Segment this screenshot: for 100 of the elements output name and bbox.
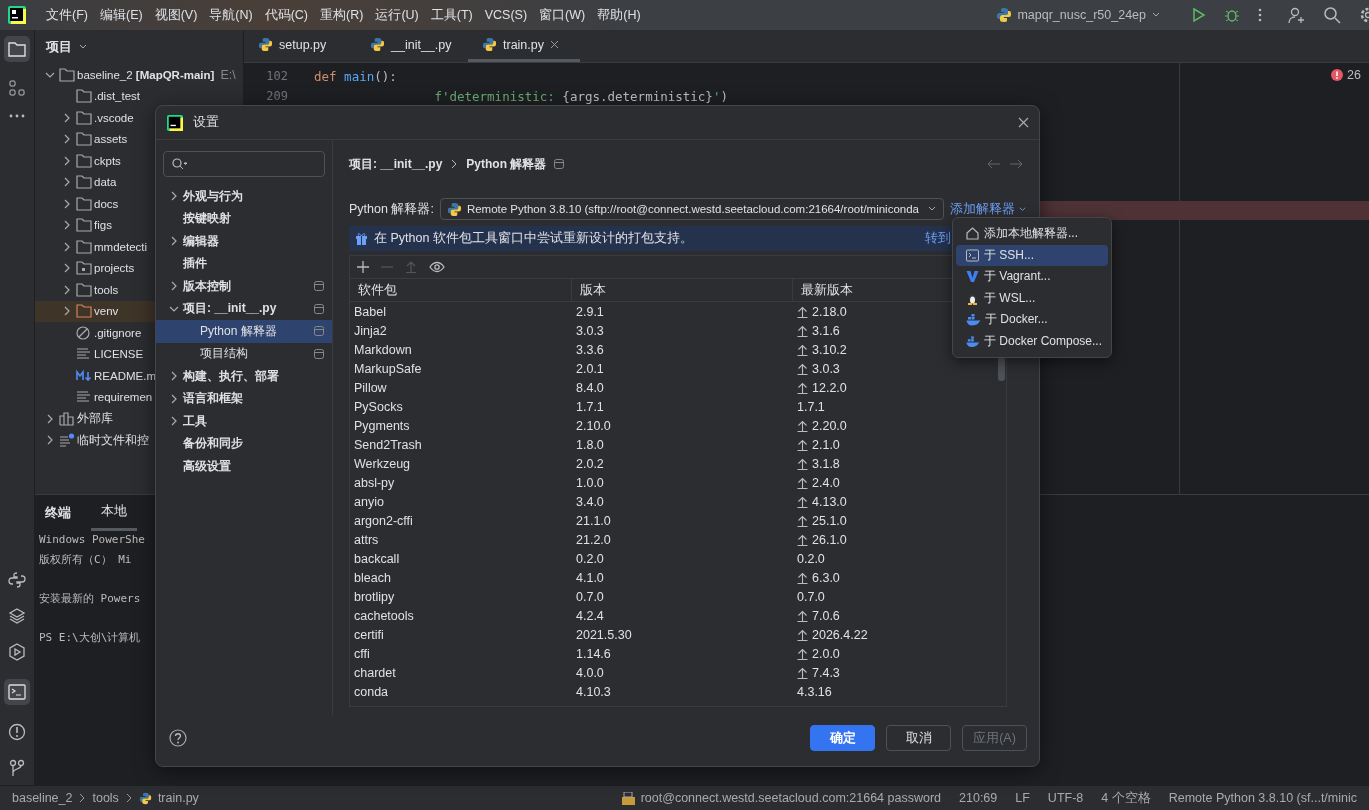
project-tool-button[interactable]	[4, 36, 30, 62]
settings-nav-item[interactable]: 工具	[156, 410, 332, 433]
chevron-icon[interactable]	[169, 371, 179, 382]
chevron-icon[interactable]	[45, 413, 55, 424]
chevron-icon[interactable]	[45, 435, 55, 446]
menu-item[interactable]: 重构(R)	[314, 6, 370, 24]
layers-icon[interactable]	[8, 607, 26, 625]
settings-nav-item[interactable]: Python 解释器	[156, 320, 332, 343]
structure-icon[interactable]	[9, 80, 25, 96]
interpreter-dropdown[interactable]: Remote Python 3.8.10 (sftp://root@connect.westd.seetacloud.com:21664/root/miniconda	[439, 198, 944, 220]
chevron-icon[interactable]	[62, 263, 72, 274]
chevron-icon[interactable]	[62, 134, 72, 145]
dialog-button[interactable]: 确定	[810, 725, 875, 751]
menu-item[interactable]: 代码(C)	[258, 6, 315, 24]
status-item[interactable]: UTF-8	[1047, 791, 1084, 805]
chevron-icon[interactable]	[169, 393, 179, 404]
status-item[interactable]: LF	[1015, 791, 1030, 805]
search-field[interactable]	[163, 151, 325, 177]
tree-item[interactable]: assets	[35, 128, 243, 150]
menu-item[interactable]: 窗口(W)	[533, 6, 592, 24]
editor-tab[interactable]: setup.py	[244, 30, 356, 62]
menu-item[interactable]: 导航(N)	[203, 6, 259, 24]
terminal-tab[interactable]: 本地	[91, 495, 137, 531]
settings-nav-item[interactable]: 备份和同步	[156, 432, 332, 455]
menu-item[interactable]: 文件(F)	[40, 6, 94, 24]
settings-nav-item[interactable]: 构建、执行、部署	[156, 365, 332, 388]
settings-nav-item[interactable]: 高级设置	[156, 455, 332, 478]
status-item[interactable]: root@connect.westd.seetacloud.com:21664 password	[640, 791, 942, 805]
banner-link[interactable]: 转到	[925, 230, 951, 247]
close-icon[interactable]	[550, 40, 559, 49]
more-icon[interactable]	[1258, 7, 1262, 23]
column-header[interactable]: 版本	[572, 279, 793, 301]
menu-item[interactable]: 运行(U)	[369, 6, 425, 24]
menu-item[interactable]: 工具(T)	[424, 6, 479, 24]
tree-item[interactable]: .dist_test	[35, 85, 243, 107]
dialog-button[interactable]: 取消	[886, 725, 951, 751]
chevron-icon[interactable]	[62, 220, 72, 231]
chevron-icon[interactable]	[62, 177, 72, 188]
problems-icon[interactable]	[8, 723, 26, 741]
menu-item[interactable]: 于 SSH...	[956, 244, 1108, 266]
menu-item[interactable]: 帮助(H)	[591, 6, 647, 24]
panel-title[interactable]: 项目	[46, 38, 72, 56]
chevron-icon[interactable]	[169, 281, 179, 292]
menu-item[interactable]: 视图(V)	[148, 6, 204, 24]
settings-nav-item[interactable]: 外观与行为	[156, 185, 332, 208]
chevron-icon[interactable]	[62, 198, 72, 209]
app-logo-icon[interactable]	[8, 6, 26, 24]
tree-item[interactable]: ckpts	[35, 150, 243, 172]
chevron-icon[interactable]	[169, 191, 179, 202]
menu-item[interactable]: VCS(S)	[478, 8, 534, 22]
back-arrow-icon[interactable]	[987, 159, 1001, 169]
tree-item[interactable]: baseline_2 [MapQR-main] E:\	[35, 64, 243, 86]
breadcrumb-item[interactable]: baseline_2	[12, 791, 73, 805]
settings-nav-item[interactable]: 项目结构	[156, 342, 332, 365]
menu-item[interactable]: 编辑(E)	[93, 6, 149, 24]
run-icon[interactable]	[1190, 7, 1206, 23]
add-interpreter-link[interactable]: 添加解释器	[949, 200, 1027, 218]
services-icon[interactable]	[8, 643, 26, 661]
chevron-icon[interactable]	[62, 306, 72, 317]
menu-item[interactable]: 于 WSL...	[956, 287, 1108, 309]
status-item[interactable]: 4 个空格	[1101, 789, 1151, 807]
git-branch-icon[interactable]	[9, 759, 25, 777]
run-config-dropdown[interactable]: mapqr_nusc_r50_24ep	[990, 6, 1167, 24]
terminal-tool-button[interactable]	[4, 679, 30, 705]
more-icon[interactable]	[9, 114, 25, 118]
breadcrumb-item[interactable]: train.py	[157, 791, 199, 805]
forward-arrow-icon[interactable]	[1009, 159, 1023, 169]
python-icon[interactable]	[8, 571, 26, 589]
table-cell-text: 2.10.0	[575, 418, 612, 433]
menu-item[interactable]: 于 Vagrant...	[956, 266, 1108, 288]
editor-tab[interactable]: train.py	[468, 30, 580, 62]
status-item[interactable]: Remote Python 3.8.10 (sf...t/minic	[1168, 791, 1357, 805]
chevron-icon[interactable]	[62, 112, 72, 123]
settings-nav-item[interactable]: 编辑器	[156, 230, 332, 253]
eye-icon[interactable]	[429, 261, 445, 273]
settings-nav-item[interactable]: 语言和框架	[156, 387, 332, 410]
error-count[interactable]: 26	[1331, 68, 1361, 82]
editor-tab[interactable]: __init__.py	[356, 30, 468, 62]
chevron-icon[interactable]	[169, 236, 179, 247]
table-cell-text: 0.7.0	[796, 589, 826, 604]
search-icon[interactable]	[1323, 6, 1341, 24]
settings-nav-item[interactable]: 按键映射	[156, 207, 332, 230]
chevron-icon[interactable]	[62, 241, 72, 252]
chevron-icon[interactable]	[169, 416, 179, 427]
scrollbar-thumb[interactable]	[998, 357, 1005, 381]
chevron-icon[interactable]	[62, 284, 72, 295]
breadcrumb-item[interactable]: tools	[92, 791, 119, 805]
markdown-icon	[76, 368, 92, 383]
settings-nav-item[interactable]: 插件	[156, 252, 332, 275]
status-item[interactable]: 210:69	[959, 791, 998, 805]
bug-icon[interactable]	[1224, 7, 1240, 23]
add-user-icon[interactable]	[1287, 6, 1305, 24]
chevron-icon[interactable]	[62, 155, 72, 166]
settings-nav-item[interactable]: 版本控制	[156, 275, 332, 298]
menu-item[interactable]: 添加本地解释器...	[956, 223, 1108, 245]
no-entry-icon	[76, 325, 92, 340]
column-header[interactable]: 软件包	[350, 279, 572, 301]
close-icon[interactable]	[1018, 117, 1029, 128]
help-button[interactable]	[168, 728, 188, 748]
add-icon[interactable]	[357, 261, 369, 273]
